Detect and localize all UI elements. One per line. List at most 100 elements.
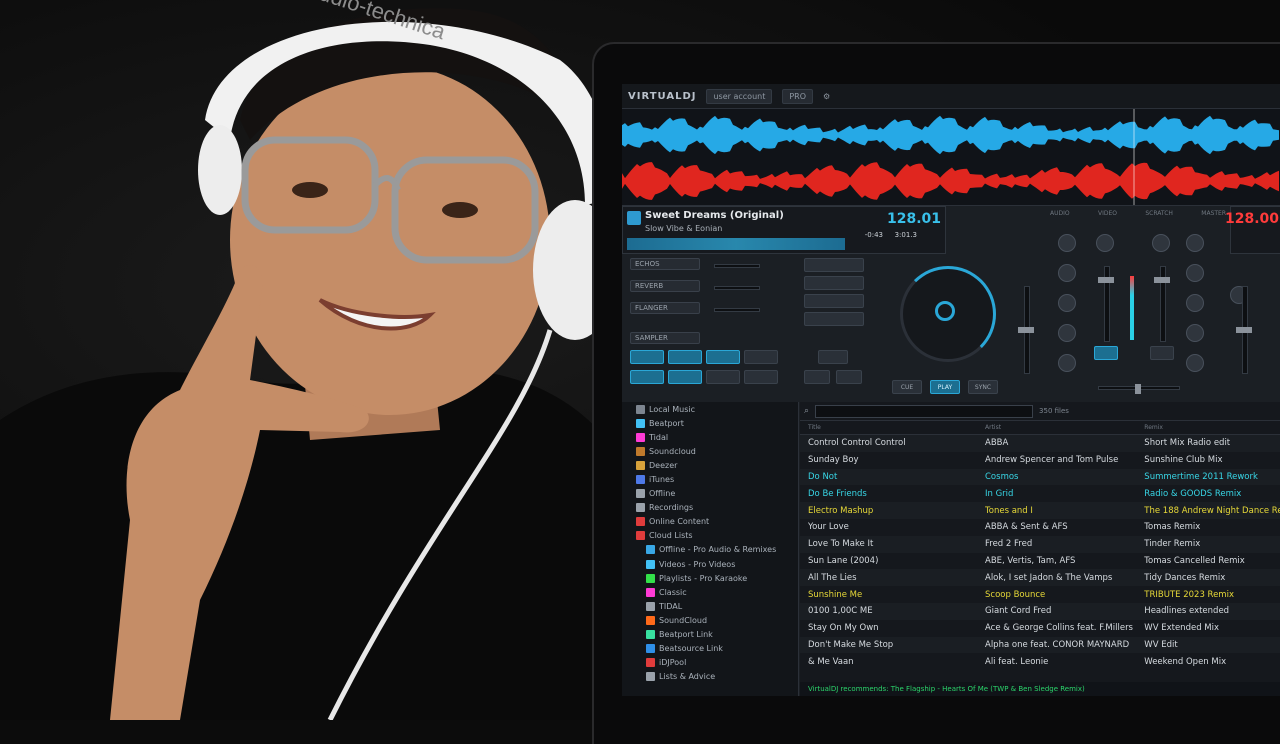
search-icon[interactable]: ⌕	[804, 406, 809, 416]
filter-knob-right[interactable]	[1186, 354, 1204, 372]
tab-audio[interactable]: AUDIO	[1050, 210, 1070, 220]
tree-item[interactable]: Beatport	[622, 416, 798, 430]
cue-button[interactable]: CUE	[892, 380, 922, 394]
master-knob[interactable]	[1096, 234, 1114, 252]
tree-item[interactable]: SoundCloud	[622, 613, 798, 627]
effect-slider-1[interactable]	[714, 264, 760, 268]
loop-in-button[interactable]	[804, 370, 830, 384]
high-knob-right[interactable]	[1186, 264, 1204, 282]
pad-2[interactable]	[668, 350, 702, 364]
sync-button[interactable]: SYNC	[968, 380, 998, 394]
tree-item[interactable]: Offline - Pro Audio & Remixes	[622, 543, 798, 557]
tree-item[interactable]: Beatport Link	[622, 628, 798, 642]
pfl-button-left[interactable]	[1094, 346, 1118, 360]
column-title[interactable]: Title	[800, 424, 985, 431]
tree-item[interactable]: Playlists - Pro Karaoke	[622, 571, 798, 585]
pad-3[interactable]	[706, 350, 740, 364]
crossfader[interactable]	[1098, 384, 1180, 394]
low-knob-left[interactable]	[1058, 324, 1076, 342]
tree-item[interactable]: iTunes	[622, 472, 798, 486]
pad-5[interactable]	[630, 370, 664, 384]
table-row[interactable]: Control Control Control ABBA Short Mix Rad…	[800, 435, 1280, 452]
table-row[interactable]: 0100 1,00C ME Giant Cord Fred Headlines ex…	[800, 602, 1280, 620]
effect-slider-2[interactable]	[714, 286, 760, 290]
tree-item[interactable]: iDJPool	[622, 656, 798, 670]
tree-item[interactable]: Recordings	[622, 501, 798, 515]
table-row[interactable]: Electro Mashup Tones and I The 188 Andrew …	[800, 502, 1280, 519]
mid-knob-left[interactable]	[1058, 294, 1076, 312]
volume-fader-left[interactable]	[1098, 266, 1114, 342]
cell-artist: Scoop Bounce	[985, 589, 1046, 600]
volume-fader-right[interactable]	[1154, 266, 1170, 342]
settings-icon[interactable]: ⚙	[823, 92, 830, 101]
column-remix[interactable]: Remix	[1144, 424, 1280, 431]
table-row[interactable]: Don't Make Me Stop Alpha one feat. CONOR …	[800, 636, 1280, 654]
pad-1[interactable]	[630, 350, 664, 364]
tree-item[interactable]: Offline	[622, 487, 798, 501]
filter-knob-left[interactable]	[1058, 354, 1076, 372]
tree-item[interactable]: Tidal	[622, 430, 798, 444]
effect-slider-3[interactable]	[714, 308, 760, 312]
deck-right-pitch-fader[interactable]	[1236, 286, 1252, 374]
tab-scratch[interactable]: SCRATCH	[1145, 210, 1173, 220]
cell-title: Control Control Control	[808, 438, 906, 449]
tab-video[interactable]: VIDEO	[1098, 210, 1117, 220]
table-row[interactable]: All The Lies Alok, I set Jadon & The Vamp…	[800, 569, 1280, 587]
table-row[interactable]: Sunday Boy Andrew Spencer and Tom Pulse Su…	[800, 452, 1280, 469]
cell-artist: Tones and I	[985, 505, 1033, 516]
tree-item-label: Soundcloud	[649, 446, 696, 456]
table-row[interactable]: Sun Lane (2004) ABE, Vertis, Tam, AFS Toma…	[800, 553, 1280, 570]
deck-left-overview[interactable]	[627, 238, 845, 250]
layout-select[interactable]: PRO	[782, 88, 814, 104]
play-button[interactable]: PLAY	[930, 380, 960, 394]
tree-item[interactable]: Local Music	[622, 402, 798, 416]
table-row[interactable]: Do Not Cosmos Summertime 2011 Rework	[800, 468, 1280, 486]
recommendation-bar[interactable]: VirtualDJ recommends: The Flagship - Hea…	[800, 682, 1280, 696]
deck-left-jogwheel[interactable]	[900, 266, 996, 362]
effect-select-3[interactable]: FLANGER	[630, 302, 700, 314]
gain-knob-left[interactable]	[1058, 234, 1076, 252]
search-input[interactable]	[815, 404, 1034, 418]
loop-button-4[interactable]	[804, 312, 864, 326]
deck-left-pitch-fader[interactable]	[1018, 286, 1034, 374]
low-knob-right[interactable]	[1186, 324, 1204, 342]
pad-6[interactable]	[668, 370, 702, 384]
sampler-select[interactable]: SAMPLER	[630, 332, 700, 344]
high-knob-left[interactable]	[1058, 264, 1076, 282]
column-artist[interactable]: Artist	[985, 424, 1144, 431]
loop-button-3[interactable]	[804, 294, 864, 308]
tree-item[interactable]: TIDAL	[622, 599, 798, 613]
tree-item[interactable]: Beatsource Link	[622, 642, 798, 656]
pad-4[interactable]	[744, 350, 778, 364]
loop-out-button[interactable]	[836, 370, 862, 384]
tree-item[interactable]: Classic	[622, 585, 798, 599]
headphone-knob[interactable]	[1152, 234, 1170, 252]
tree-item[interactable]: Deezer	[622, 458, 798, 472]
loop-button-1[interactable]	[804, 258, 864, 272]
gain-knob-right[interactable]	[1186, 234, 1204, 252]
loop-size-display[interactable]	[818, 350, 848, 364]
tree-item[interactable]: Videos - Pro Videos	[622, 557, 798, 571]
mid-knob-right[interactable]	[1186, 294, 1204, 312]
table-row[interactable]: Sunshine Me Scoop Bounce TRIBUTE 2023 Remi…	[800, 586, 1280, 603]
effect-select-2[interactable]: REVERB	[630, 280, 700, 292]
pad-7[interactable]	[706, 370, 740, 384]
waveform-display[interactable]	[622, 109, 1280, 206]
table-row[interactable]: Do Be Friends In Grid Radio & GOODS Remix	[800, 485, 1280, 502]
pfl-button-right[interactable]	[1150, 346, 1174, 360]
table-row[interactable]: & Me Vaan Ali feat. Leonie Weekend Open Mi…	[800, 653, 1280, 670]
pad-8[interactable]	[744, 370, 778, 384]
table-row[interactable]: Stay On My Own Ace & George Collins feat.…	[800, 620, 1280, 637]
tree-item[interactable]: Soundcloud	[622, 444, 798, 458]
tree-item[interactable]: Lists & Advice	[622, 670, 798, 684]
table-row[interactable]: Your Love ABBA & Sent & AFS Tomas Remix	[800, 519, 1280, 536]
cell-title: All The Lies	[808, 572, 857, 583]
effect-select-1[interactable]: ECHOS	[630, 258, 700, 270]
tree-item[interactable]: Online Content	[622, 515, 798, 529]
tree-item-label: Videos - Pro Videos	[659, 559, 736, 569]
tab-master[interactable]: MASTER	[1201, 210, 1226, 220]
table-row[interactable]: Love To Make It Fred 2 Fred Tinder Remix	[800, 535, 1280, 553]
loop-button-2[interactable]	[804, 276, 864, 290]
user-account-button[interactable]: user account	[706, 88, 773, 104]
tree-item[interactable]: Cloud Lists	[622, 529, 798, 543]
